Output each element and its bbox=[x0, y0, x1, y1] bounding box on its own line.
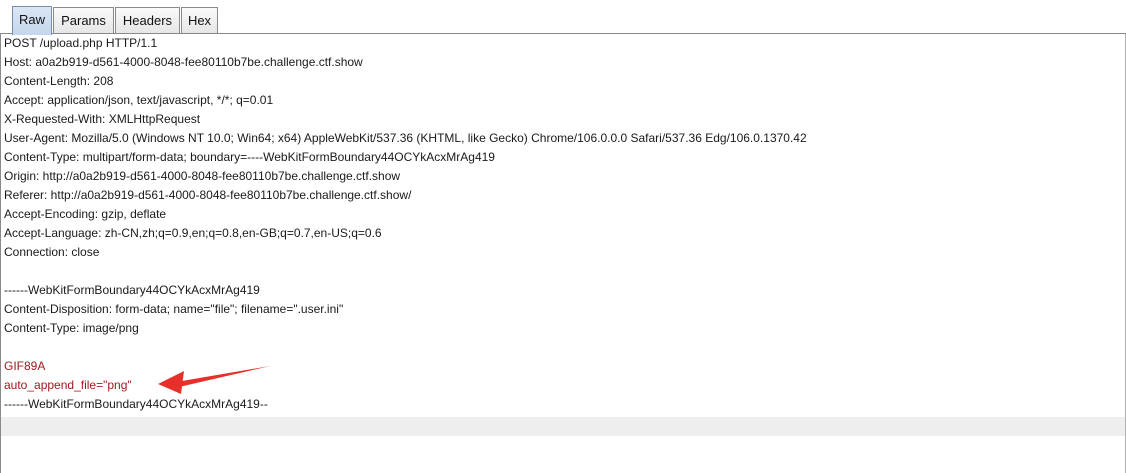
multipart-boundary[interactable]: ------WebKitFormBoundary44OCYkAcxMrAg419 bbox=[4, 281, 260, 300]
tab-raw[interactable]: Raw bbox=[12, 6, 52, 35]
header-accept-language[interactable]: Accept-Language: zh-CN,zh;q=0.9,en;q=0.8… bbox=[4, 224, 382, 243]
tab-headers[interactable]: Headers bbox=[115, 7, 180, 33]
multipart-boundary-end[interactable]: ------WebKitFormBoundary44OCYkAcxMrAg419… bbox=[4, 395, 268, 414]
tab-hex[interactable]: Hex bbox=[181, 7, 218, 33]
body-auto-append-file[interactable]: auto_append_file="png" bbox=[4, 376, 132, 395]
header-accept[interactable]: Accept: application/json, text/javascrip… bbox=[4, 91, 273, 110]
header-host[interactable]: Host: a0a2b919-d561-4000-8048-fee80110b7… bbox=[4, 53, 363, 72]
part-content-disposition[interactable]: Content-Disposition: form-data; name="fi… bbox=[4, 300, 343, 319]
header-referer[interactable]: Referer: http://a0a2b919-d561-4000-8048-… bbox=[4, 186, 411, 205]
header-x-requested-with[interactable]: X-Requested-With: XMLHttpRequest bbox=[4, 110, 200, 129]
request-editor[interactable]: POST /upload.php HTTP/1.1 Host: a0a2b919… bbox=[0, 34, 1126, 473]
header-user-agent[interactable]: User-Agent: Mozilla/5.0 (Windows NT 10.0… bbox=[4, 129, 807, 148]
header-content-length[interactable]: Content-Length: 208 bbox=[4, 72, 113, 91]
red-arrow-icon bbox=[158, 366, 270, 394]
header-content-type[interactable]: Content-Type: multipart/form-data; bound… bbox=[4, 148, 495, 167]
request-line[interactable]: POST /upload.php HTTP/1.1 bbox=[4, 34, 157, 53]
header-accept-encoding[interactable]: Accept-Encoding: gzip, deflate bbox=[4, 205, 166, 224]
header-connection[interactable]: Connection: close bbox=[4, 243, 99, 262]
header-origin[interactable]: Origin: http://a0a2b919-d561-4000-8048-f… bbox=[4, 167, 400, 186]
cursor-line-highlight bbox=[1, 417, 1125, 436]
tab-bar: Raw Params Headers Hex bbox=[0, 0, 1126, 35]
tab-params[interactable]: Params bbox=[53, 7, 114, 33]
part-content-type[interactable]: Content-Type: image/png bbox=[4, 319, 139, 338]
body-gif-header[interactable]: GIF89A bbox=[4, 357, 45, 376]
